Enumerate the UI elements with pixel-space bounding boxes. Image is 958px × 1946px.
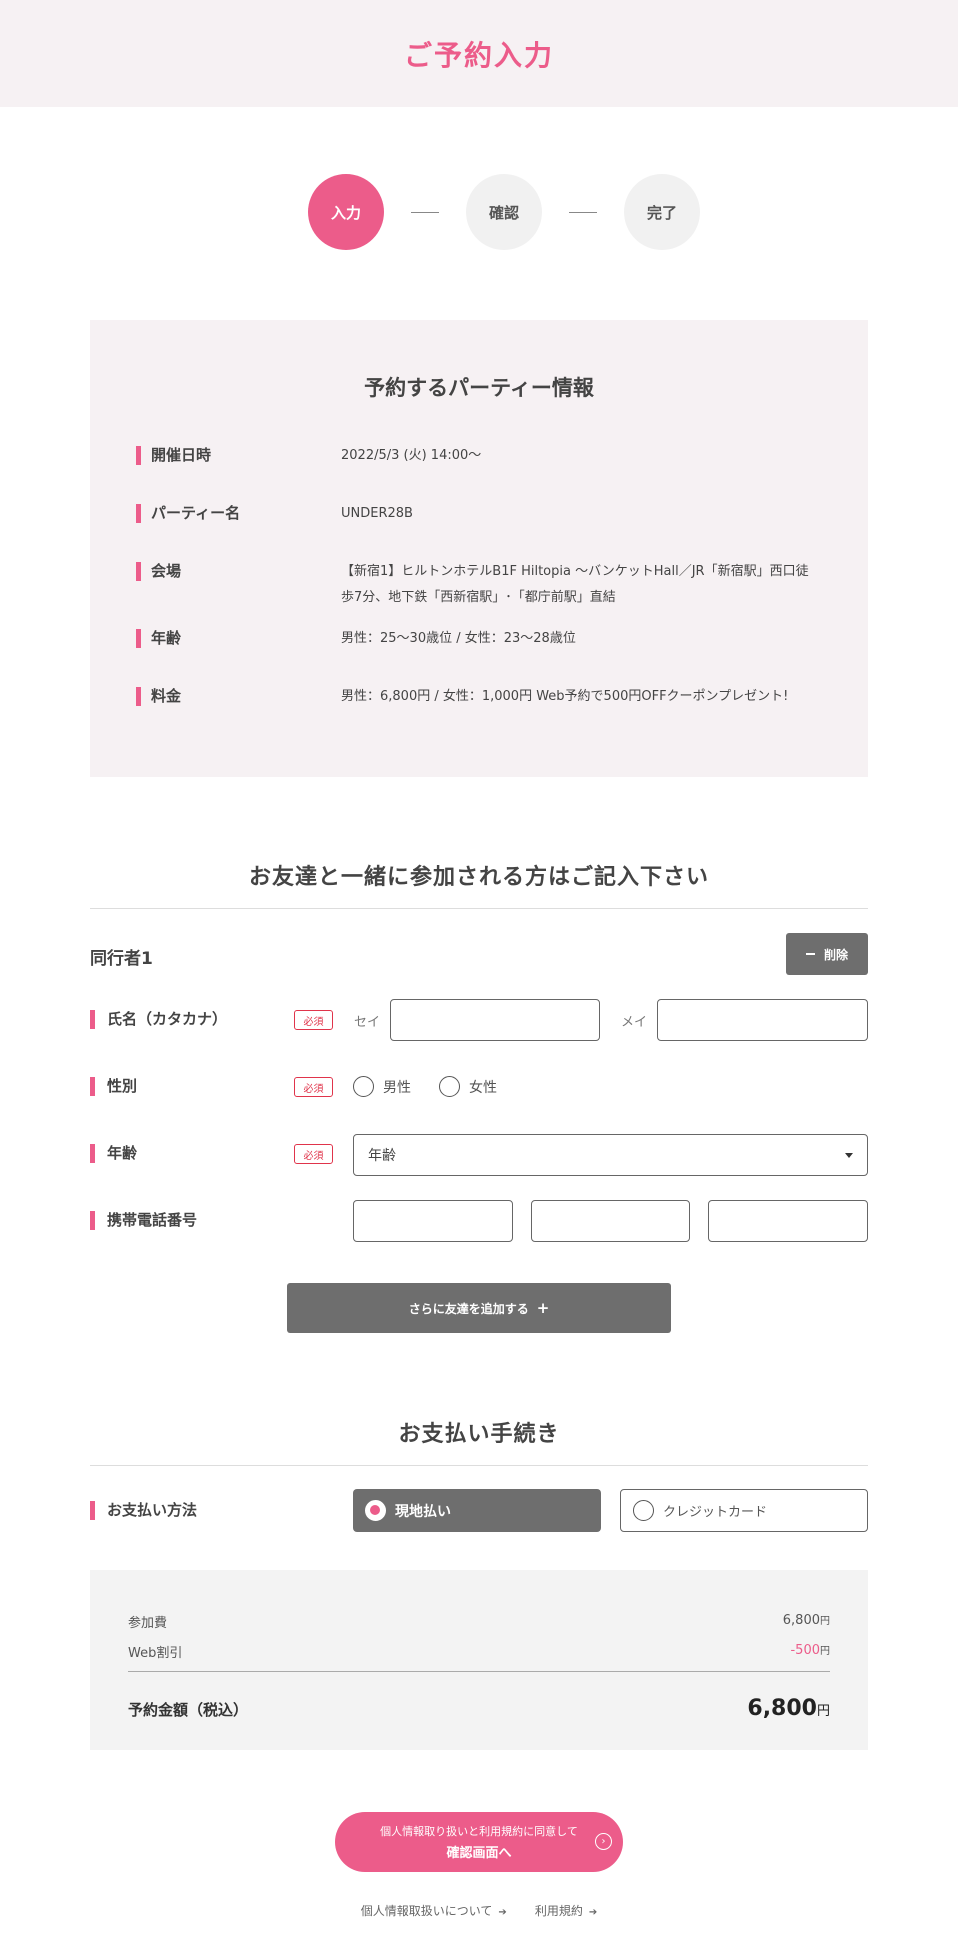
info-label: 年齢 xyxy=(136,629,341,648)
gender-male-option[interactable]: 男性 xyxy=(353,1076,411,1097)
gender-female-option[interactable]: 女性 xyxy=(439,1076,497,1097)
step-divider xyxy=(569,211,597,213)
required-badge: 必須 xyxy=(294,1010,333,1030)
fee-value: 6,800円 xyxy=(782,1613,830,1628)
arrow-right-icon: ➔ xyxy=(498,1907,507,1918)
payment-card-option[interactable]: クレジットカード xyxy=(620,1489,868,1532)
total-label: 予約金額（税込） xyxy=(128,1701,249,1719)
terms-link[interactable]: 利用規約 ➔ xyxy=(535,1902,597,1919)
privacy-link[interactable]: 個人情報取扱いについて ➔ xyxy=(361,1902,507,1919)
gender-male-label: 男性 xyxy=(383,1079,411,1096)
payment-onsite-option[interactable]: 現地払い xyxy=(353,1489,601,1532)
info-label: パーティー名 xyxy=(136,504,341,523)
party-info-box: 予約するパーティー情報 開催日時 2022/5/3 (火) 14:00〜 パーテ… xyxy=(90,320,868,777)
required-badge: 必須 xyxy=(294,1144,333,1164)
page-title: ご予約入力 xyxy=(403,38,554,72)
payment-method-label: お支払い方法 xyxy=(90,1501,197,1520)
info-label: 料金 xyxy=(136,687,341,706)
fee-row: 参加費 6,800円 xyxy=(128,1612,830,1631)
age-select-value: 年齢 xyxy=(368,1148,396,1164)
age-select[interactable]: 年齢 xyxy=(353,1134,868,1176)
price-summary: 参加費 6,800円 Web割引 -500円 予約金額（税込） 6,800円 xyxy=(90,1570,868,1750)
step-confirm: 確認 xyxy=(466,174,542,250)
chevron-down-icon xyxy=(845,1152,853,1158)
info-value: 男性：25〜30歳位 / 女性：23〜28歳位 xyxy=(341,631,576,646)
info-label: 開催日時 xyxy=(136,446,341,465)
radio-button[interactable] xyxy=(353,1076,374,1097)
delete-label: 削除 xyxy=(823,947,848,962)
minus-icon xyxy=(805,953,815,955)
arrow-right-icon: ➔ xyxy=(588,1907,598,1918)
confirm-button[interactable]: 個人情報取り扱いと利用規約に同意して 確認画面へ › xyxy=(335,1812,623,1872)
info-value: UNDER28B xyxy=(341,506,413,521)
info-row-datetime: 開催日時 2022/5/3 (火) 14:00〜 xyxy=(136,446,836,469)
required-badge: 必須 xyxy=(294,1077,333,1097)
venue-line-1: 【新宿1】ヒルトンホテルB1F Hiltopia 〜バンケットHall／JR「新… xyxy=(341,564,809,579)
summary-divider xyxy=(128,1671,830,1672)
step-divider xyxy=(411,211,439,213)
info-value: 【新宿1】ヒルトンホテルB1F Hiltopia 〜バンケットHall／JR「新… xyxy=(341,559,836,611)
phone-input-3[interactable] xyxy=(708,1200,868,1242)
plus-icon: + xyxy=(536,1299,550,1317)
footer-links: 個人情報取扱いについて ➔ 利用規約 ➔ xyxy=(0,1902,958,1919)
sei-input[interactable] xyxy=(390,999,600,1041)
confirm-main-label: 確認画面へ xyxy=(446,1846,512,1861)
gender-label: 性別 xyxy=(90,1077,137,1096)
radio-button-selected[interactable] xyxy=(365,1500,386,1521)
step-complete: 完了 xyxy=(624,174,700,250)
info-row-fee: 料金 男性：6,800円 / 女性：1,000円 Web予約で500円OFFクー… xyxy=(136,687,836,710)
radio-button[interactable] xyxy=(439,1076,460,1097)
sei-label: セイ xyxy=(354,1015,381,1030)
payment-section-title: お支払い手続き xyxy=(398,1422,560,1447)
age-label: 年齢 xyxy=(90,1144,137,1163)
info-row-age: 年齢 男性：25〜30歳位 / 女性：23〜28歳位 xyxy=(136,629,836,652)
info-row-venue: 会場 【新宿1】ヒルトンホテルB1F Hiltopia 〜バンケットHall／J… xyxy=(136,562,836,611)
phone-input-1[interactable] xyxy=(353,1200,513,1242)
add-friend-label: さらに友達を追加する xyxy=(408,1301,529,1316)
total-row: 予約金額（税込） 6,800円 xyxy=(128,1696,830,1721)
section-divider xyxy=(90,1465,868,1466)
total-value: 6,800円 xyxy=(747,1696,830,1721)
step-input: 入力 xyxy=(308,174,384,250)
discount-value: -500円 xyxy=(790,1643,830,1658)
name-label: 氏名（カタカナ） xyxy=(90,1010,227,1029)
discount-row: Web割引 -500円 xyxy=(128,1642,830,1661)
info-value: 2022/5/3 (火) 14:00〜 xyxy=(341,448,482,463)
venue-line-2: 歩7分、地下鉄「西新宿駅」･「都庁前駅」直結 xyxy=(341,590,616,605)
mei-input[interactable] xyxy=(657,999,868,1041)
mei-label: メイ xyxy=(621,1015,648,1030)
gender-female-label: 女性 xyxy=(469,1079,497,1096)
info-label: 会場 xyxy=(136,562,341,581)
companion-title: 同行者1 xyxy=(90,949,153,969)
discount-label: Web割引 xyxy=(128,1646,183,1661)
radio-button[interactable] xyxy=(633,1500,654,1521)
progress-steps: 入力 確認 完了 xyxy=(308,174,700,250)
friends-section-title: お友達と一緒に参加される方はご記入下さい xyxy=(248,865,709,890)
phone-input-2[interactable] xyxy=(531,1200,690,1242)
section-divider xyxy=(90,908,868,909)
payment-onsite-label: 現地払い xyxy=(395,1503,451,1520)
info-row-party-name: パーティー名 UNDER28B xyxy=(136,504,836,527)
payment-card-label: クレジットカード xyxy=(663,1505,768,1520)
fee-label: 参加費 xyxy=(128,1616,168,1631)
info-value: 男性：6,800円 / 女性：1,000円 Web予約で500円OFFクーポンプ… xyxy=(341,689,789,704)
confirm-sub-label: 個人情報取り扱いと利用規約に同意して xyxy=(380,1825,578,1838)
delete-companion-button[interactable]: 削除 xyxy=(786,933,868,975)
page-header: ご予約入力 xyxy=(0,0,958,107)
phone-label: 携帯電話番号 xyxy=(90,1211,197,1230)
chevron-right-icon: › xyxy=(595,1833,612,1850)
party-info-title: 予約するパーティー情報 xyxy=(364,376,594,400)
add-friend-button[interactable]: さらに友達を追加する + xyxy=(287,1283,671,1333)
